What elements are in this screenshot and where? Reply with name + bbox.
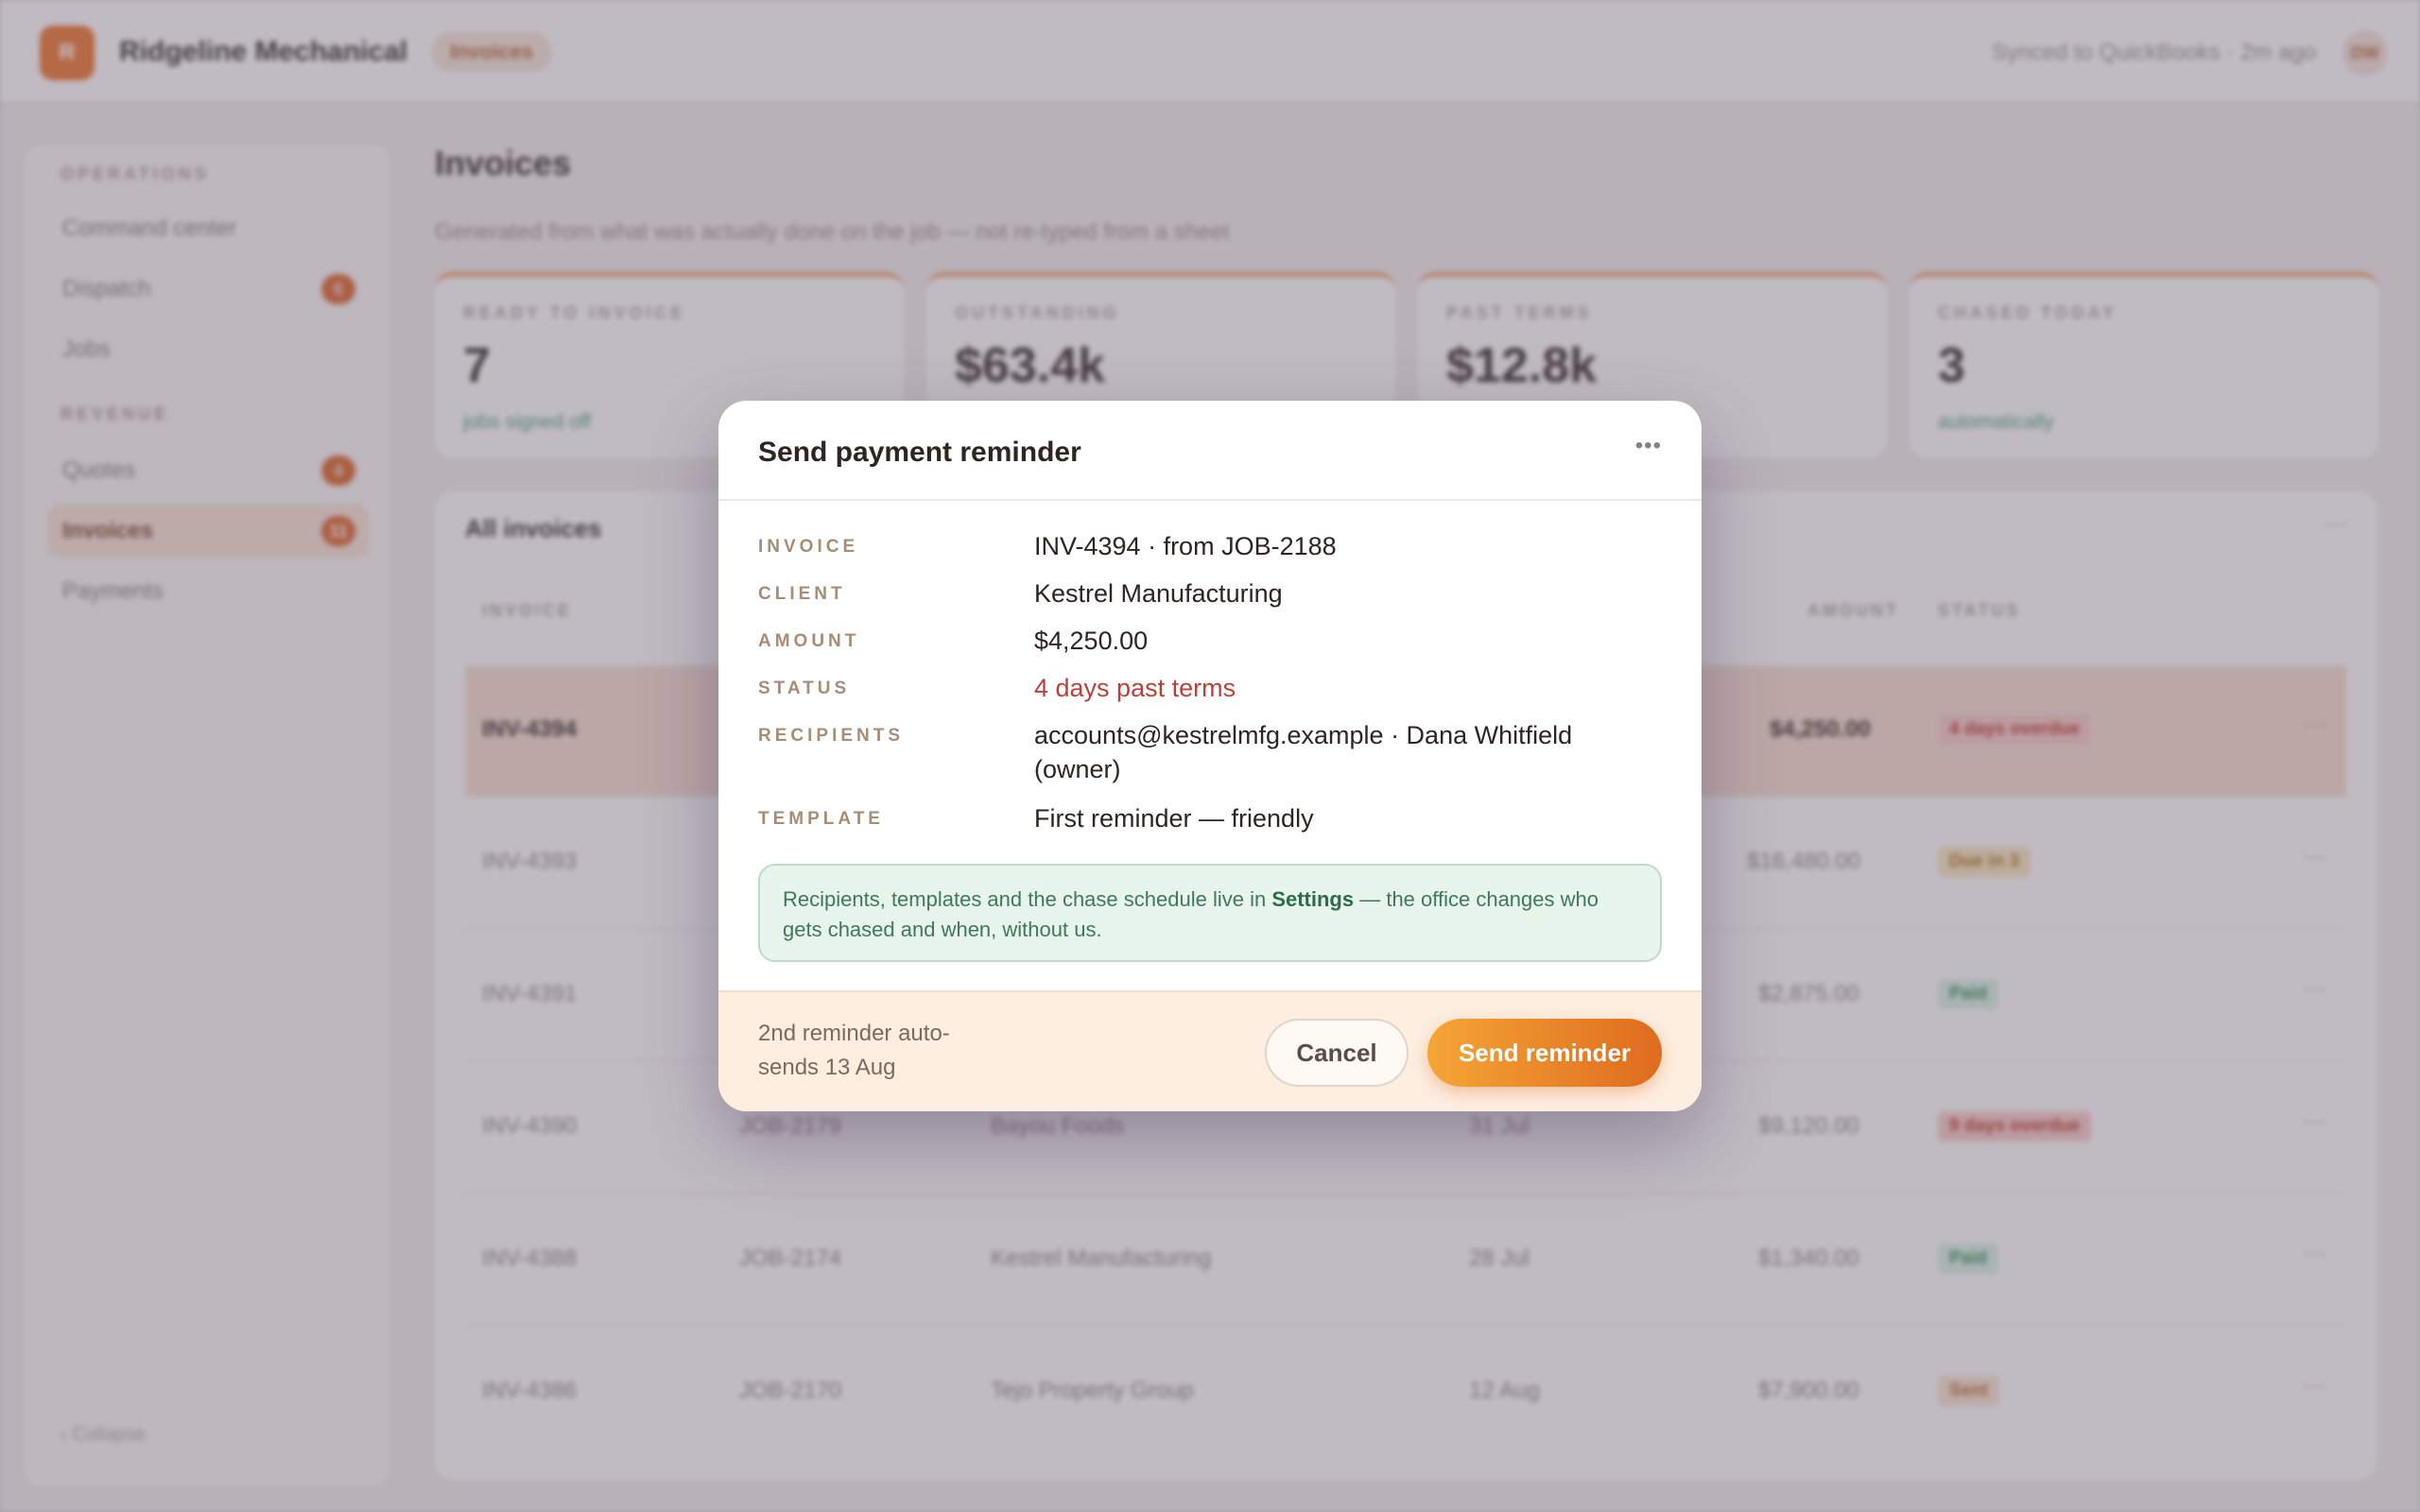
dialog-header: Send payment reminder •••: [718, 401, 1702, 501]
dialog-footer: 2nd reminder auto-sends 13 Aug Cancel Se…: [718, 990, 1702, 1111]
more-options-icon[interactable]: •••: [1635, 433, 1662, 459]
field-value-recipients: accounts@kestrelmfg.example · Dana Whitf…: [1034, 721, 1573, 783]
field-label-template: TEMPLATE: [758, 809, 884, 829]
settings-notice: Recipients, templates and the chase sche…: [758, 864, 1662, 962]
payment-reminder-dialog: Send payment reminder ••• INVOICE INV-43…: [718, 401, 1702, 1111]
notice-text: Recipients, templates and the chase sche…: [783, 887, 1272, 911]
field-label-client: CLIENT: [758, 584, 846, 604]
settings-link[interactable]: Settings: [1271, 887, 1354, 911]
field-value-template: First reminder — friendly: [1034, 804, 1314, 833]
cancel-button[interactable]: Cancel: [1265, 1019, 1409, 1087]
field-value-amount: $4,250.00: [1034, 627, 1149, 655]
next-reminder-note: 2nd reminder auto-sends 13 Aug: [758, 1021, 950, 1080]
field-value-status: 4 days past terms: [1034, 674, 1236, 702]
field-value-client: Kestrel Manufacturing: [1034, 579, 1283, 608]
send-reminder-button[interactable]: Send reminder: [1427, 1019, 1662, 1087]
field-label-recipients: RECIPIENTS: [758, 726, 905, 746]
dialog-title: Send payment reminder: [758, 437, 1081, 468]
field-label-amount: AMOUNT: [758, 631, 860, 651]
field-value-invoice: INV-4394 · from JOB-2188: [1034, 532, 1337, 560]
field-label-status: STATUS: [758, 679, 851, 698]
field-label-invoice: INVOICE: [758, 537, 859, 557]
